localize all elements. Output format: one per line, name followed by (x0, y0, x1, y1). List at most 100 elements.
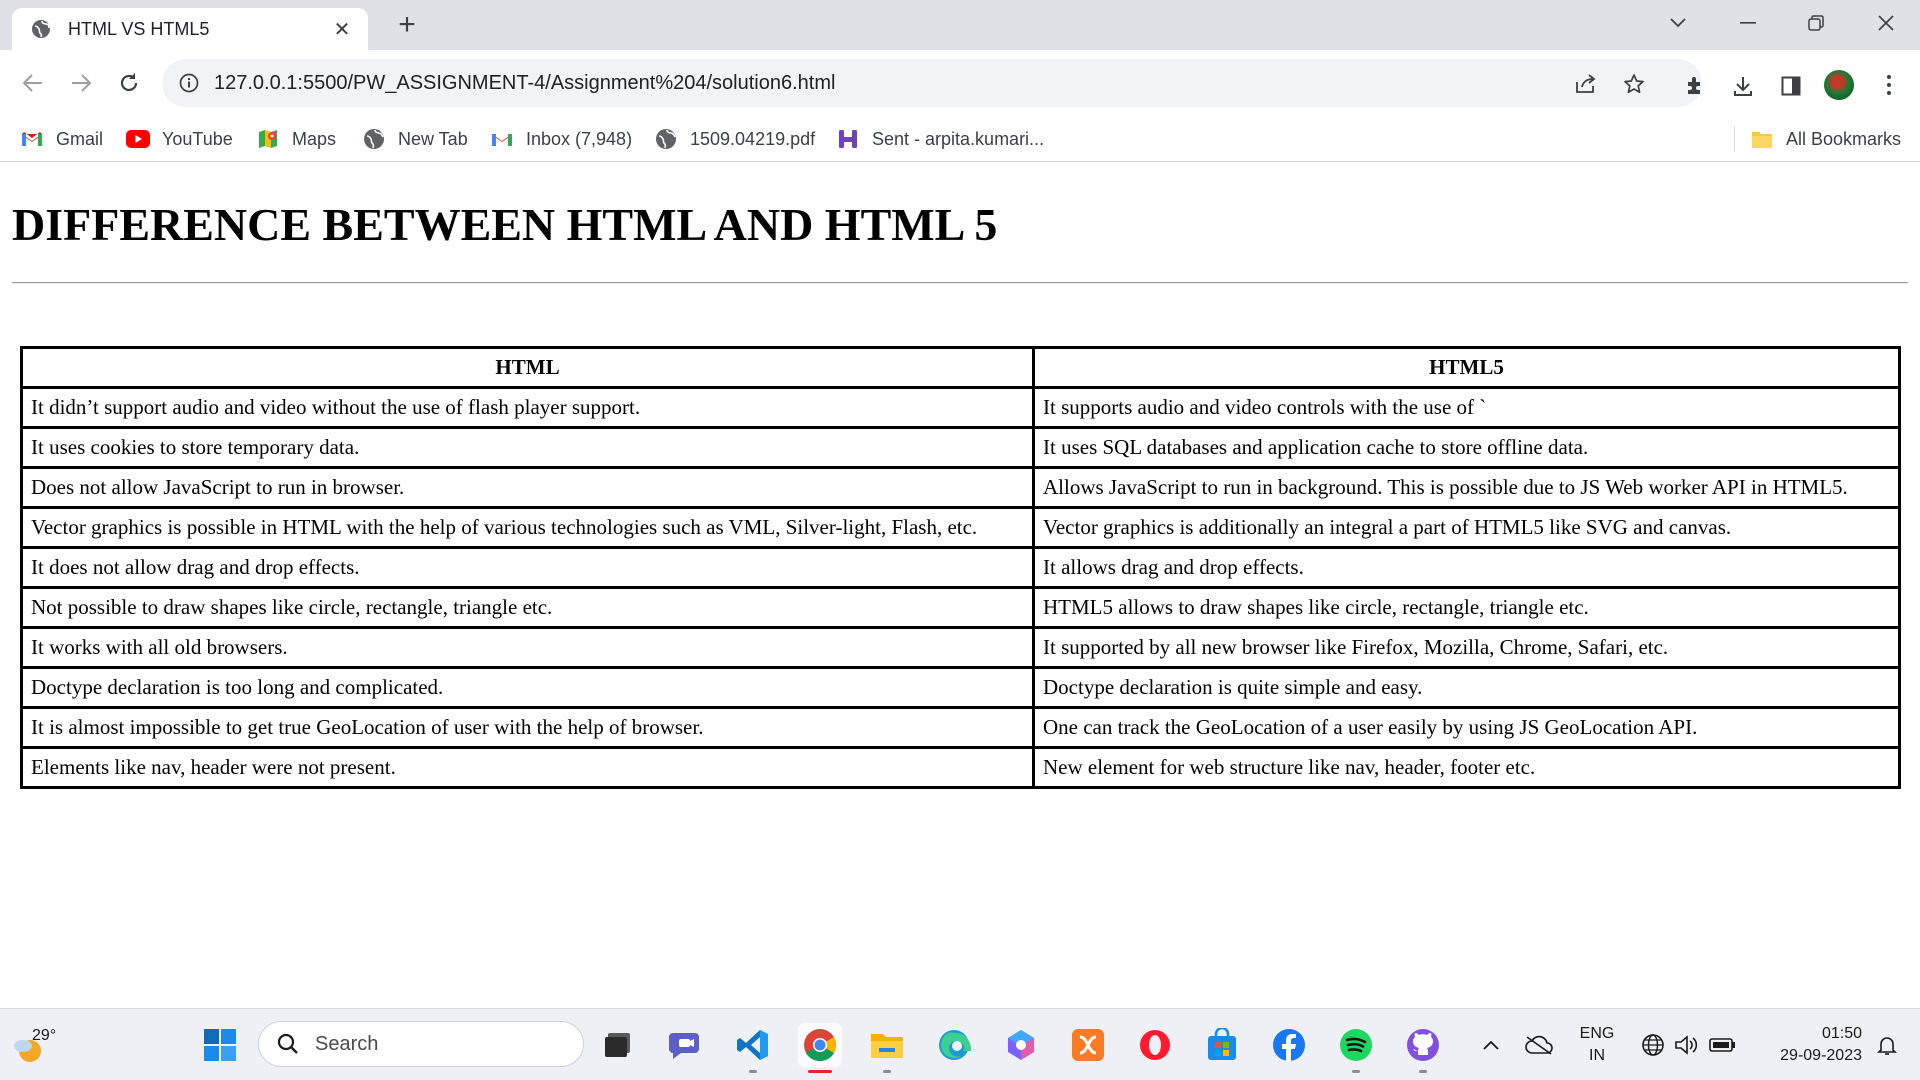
bookmark-new-tab[interactable]: New Tab (362, 124, 468, 154)
address-bar[interactable]: 127.0.0.1:5500/PW_ASSIGNMENT-4/Assignmen… (162, 59, 1702, 107)
reload-icon[interactable] (112, 66, 146, 100)
table-row: Does not allow JavaScript to run in brow… (20, 466, 1901, 509)
table-cell: It supported by all new browser like Fir… (1032, 626, 1901, 669)
bookmark-sent[interactable]: Sent - arpita.kumari... (836, 124, 1044, 154)
running-indicator (1419, 1070, 1427, 1073)
taskbar-search[interactable]: Search (258, 1021, 584, 1067)
table-cell: It allows drag and drop effects. (1032, 546, 1901, 589)
show-hidden-icons[interactable] (1476, 1031, 1506, 1059)
table-row: It is almost impossible to get true GeoL… (20, 706, 1901, 749)
browser-toolbar: 127.0.0.1:5500/PW_ASSIGNMENT-4/Assignmen… (0, 50, 1920, 116)
table-cell: One can track the GeoLocation of a user … (1032, 706, 1901, 749)
table-cell: It supports audio and video controls wit… (1032, 386, 1901, 429)
bookmark-inbox[interactable]: Inbox (7,948) (490, 124, 632, 154)
slack-icon (836, 127, 860, 151)
running-indicator (883, 1070, 891, 1073)
page-title: DIFFERENCE BETWEEN HTML AND HTML 5 (12, 199, 998, 250)
bookmark-youtube[interactable]: YouTube (126, 124, 233, 154)
table-cell: Doctype declaration is quite simple and … (1032, 666, 1901, 709)
language-indicator[interactable]: ENG IN (1578, 1023, 1616, 1067)
tab-close-icon[interactable]: ✕ (330, 17, 354, 42)
page-content: DIFFERENCE BETWEEN HTML AND HTML 5 HTML … (0, 162, 1920, 1008)
horizontal-rule (12, 282, 1908, 284)
table-cell: It is almost impossible to get true GeoL… (20, 706, 1035, 749)
xampp-icon[interactable] (1066, 1023, 1110, 1067)
share-icon[interactable] (1572, 70, 1600, 98)
running-indicator (749, 1070, 757, 1073)
copilot-icon[interactable] (999, 1023, 1043, 1067)
url-text: 127.0.0.1:5500/PW_ASSIGNMENT-4/Assignmen… (214, 71, 836, 94)
table-row: It works with all old browsers. It suppo… (20, 626, 1901, 669)
table-row: Vector graphics is possible in HTML with… (20, 506, 1901, 549)
forward-icon[interactable] (64, 66, 98, 100)
browser-tab[interactable]: HTML VS HTML5 ✕ (12, 8, 368, 50)
search-icon (275, 1031, 301, 1057)
browser-menu-icon[interactable] (1880, 70, 1898, 100)
system-clock[interactable]: 01:50 29-09-2023 (1752, 1023, 1862, 1067)
all-bookmarks[interactable]: All Bookmarks (1750, 124, 1901, 154)
store-icon[interactable] (1200, 1023, 1244, 1067)
profile-avatar[interactable] (1824, 70, 1854, 100)
table-cell: Doctype declaration is too long and comp… (20, 666, 1035, 709)
bookmarks-divider (1734, 126, 1735, 152)
table-cell: It uses cookies to store temporary data. (20, 426, 1035, 469)
table-header-row: HTML HTML5 (20, 346, 1901, 389)
tab-search-icon[interactable] (1658, 8, 1698, 38)
battery-icon[interactable] (1708, 1031, 1738, 1059)
edge-icon[interactable] (932, 1023, 976, 1067)
bookmark-maps[interactable]: Maps (256, 124, 336, 154)
back-icon[interactable] (16, 66, 50, 100)
side-panel-icon[interactable] (1776, 71, 1806, 101)
table-cell: New element for web structure like nav, … (1032, 746, 1901, 789)
bookmark-pdf[interactable]: 1509.04219.pdf (654, 124, 815, 154)
clock-time: 01:50 (1821, 1025, 1862, 1042)
table-row: It didn’t support audio and video withou… (20, 386, 1901, 429)
onedrive-icon[interactable] (1522, 1031, 1556, 1059)
opera-icon[interactable] (1133, 1023, 1177, 1067)
task-view-icon[interactable] (596, 1023, 640, 1067)
spotify-icon[interactable] (1334, 1023, 1378, 1073)
notifications-icon[interactable] (1872, 1031, 1902, 1059)
file-explorer-icon[interactable] (865, 1023, 909, 1073)
bookmarks-bar: Gmail YouTube Maps New Tab Inbox (7,948)… (0, 116, 1920, 162)
folder-icon (1750, 127, 1774, 151)
extensions-icon[interactable] (1680, 71, 1710, 101)
active-indicator (808, 1070, 832, 1073)
table-row: It does not allow drag and drop effects.… (20, 546, 1901, 589)
globe-icon (654, 127, 678, 151)
tab-strip: HTML VS HTML5 ✕ + (0, 0, 1920, 50)
table-cell: Elements like nav, header were not prese… (20, 746, 1035, 789)
running-indicator (1352, 1070, 1360, 1073)
chrome-icon[interactable] (798, 1023, 842, 1073)
vscode-icon[interactable] (731, 1023, 775, 1073)
table-row: Elements like nav, header were not prese… (20, 746, 1901, 789)
maps-icon (256, 127, 280, 151)
windows-start-icon[interactable] (198, 1023, 242, 1067)
tab-title: HTML VS HTML5 (68, 18, 210, 39)
restore-icon[interactable] (1796, 8, 1836, 38)
clock-date: 29-09-2023 (1780, 1047, 1862, 1064)
table-cell: It does not allow drag and drop effects. (20, 546, 1035, 589)
close-window-icon[interactable] (1866, 8, 1906, 38)
weather-temperature: 29° (32, 1027, 57, 1044)
weather-widget[interactable]: 29° (10, 1023, 70, 1067)
network-icon[interactable] (1638, 1031, 1668, 1059)
volume-icon[interactable] (1672, 1031, 1702, 1059)
github-icon[interactable] (1401, 1023, 1445, 1073)
chat-icon[interactable] (664, 1023, 708, 1067)
globe-icon (30, 18, 52, 40)
table-cell: It uses SQL databases and application ca… (1032, 426, 1901, 469)
table-row: Doctype declaration is too long and comp… (20, 666, 1901, 709)
youtube-icon (126, 127, 150, 151)
download-icon[interactable] (1728, 71, 1758, 101)
bookmark-gmail[interactable]: Gmail (20, 124, 103, 154)
gmail-icon (490, 127, 514, 151)
table-cell: It didn’t support audio and video withou… (20, 386, 1035, 429)
bookmark-star-icon[interactable] (1620, 70, 1648, 98)
new-tab-icon[interactable]: + (392, 10, 422, 40)
column-header-html5: HTML5 (1032, 346, 1901, 389)
site-info-icon[interactable] (176, 70, 202, 96)
facebook-icon[interactable] (1267, 1023, 1311, 1067)
minimize-icon[interactable] (1728, 8, 1768, 38)
table-cell: Vector graphics is additionally an integ… (1032, 506, 1901, 549)
